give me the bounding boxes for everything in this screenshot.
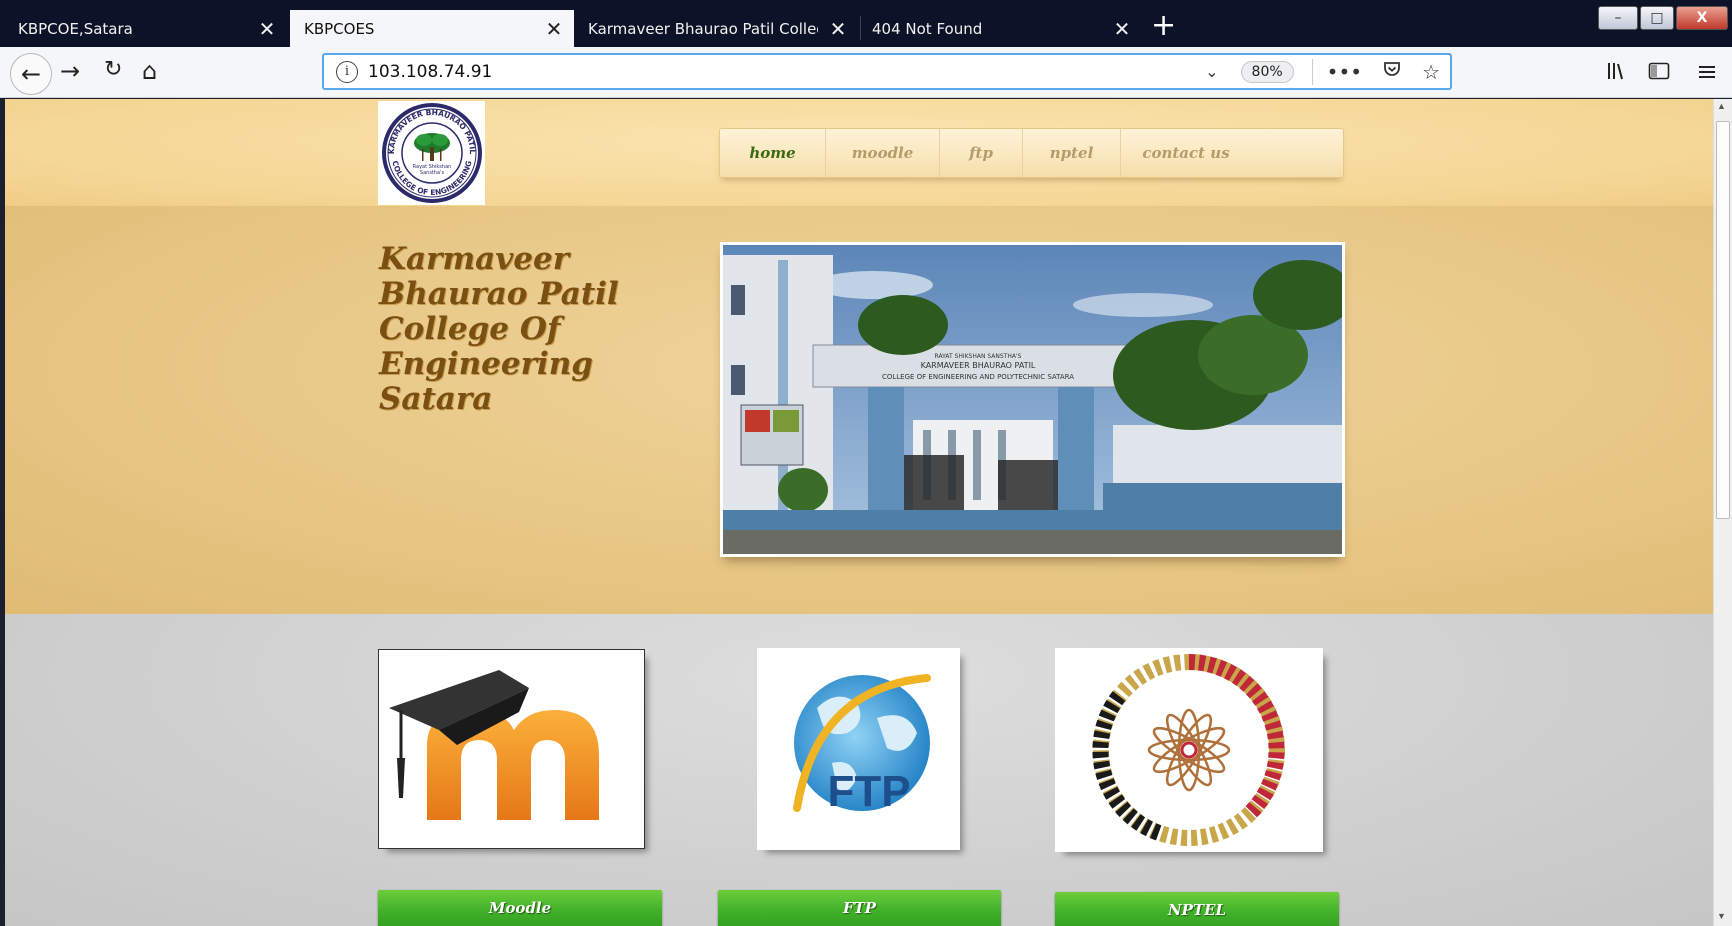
title-line: Engineering: [379, 346, 593, 382]
maximize-button[interactable]: □: [1640, 6, 1674, 30]
college-title: Karmaveer Bhaurao Patil College Of Engin…: [379, 242, 659, 417]
nav-contact-us[interactable]: contact us: [1121, 129, 1251, 177]
tab-label: Karmaveer Bhaurao Patil College of: [588, 19, 818, 38]
title-line: College Of: [379, 311, 561, 347]
zoom-level-button[interactable]: 80%: [1240, 60, 1294, 83]
nav-toolbar: ← → ↻ ⌂ i 103.108.74.91 ⌄ 80% ••• ☆: [0, 47, 1732, 98]
pocket-icon[interactable]: [1382, 59, 1402, 84]
back-button[interactable]: ←: [10, 53, 52, 95]
ftp-globe-icon: FTP: [793, 674, 931, 816]
url-text[interactable]: 103.108.74.91: [368, 62, 492, 82]
nptel-button[interactable]: NPTEL: [1055, 892, 1339, 926]
main-nav: home moodle ftp nptel contact us: [719, 128, 1344, 178]
title-line: Satara: [379, 381, 493, 417]
svg-text:COLLEGE OF ENGINEERING AND POL: COLLEGE OF ENGINEERING AND POLYTECHNIC S…: [882, 373, 1074, 381]
reload-button[interactable]: ↻: [104, 59, 122, 81]
library-icon[interactable]: [1606, 61, 1628, 84]
title-line: Bhaurao Patil: [379, 276, 619, 312]
tab-bar: KBPCOE,Satara ✕ KBPCOES ✕ Karmaveer Bhau…: [0, 0, 1732, 54]
campus-photo: RAYAT SHIKSHAN SANSTHA'S KARMAVEER BHAUR…: [720, 242, 1345, 557]
close-window-button[interactable]: X: [1676, 6, 1728, 30]
nav-home[interactable]: home: [720, 129, 826, 177]
nptel-logo-card[interactable]: [1055, 648, 1323, 852]
college-logo[interactable]: KARMAVEER BHAURAO PATIL COLLEGE OF ENGIN…: [378, 101, 485, 205]
url-bar[interactable]: i 103.108.74.91 ⌄ 80% ••• ☆: [322, 53, 1452, 90]
new-tab-button[interactable]: +: [1151, 8, 1176, 43]
tab-kbpcoes[interactable]: KBPCOES ✕: [290, 10, 574, 47]
page-actions-icon[interactable]: •••: [1327, 60, 1362, 84]
tab-karmaveer[interactable]: Karmaveer Bhaurao Patil College of ✕: [574, 10, 858, 47]
nptel-emblem-icon: [1092, 654, 1285, 846]
back-arrow-icon: ←: [20, 60, 42, 88]
nav-moodle[interactable]: moodle: [826, 129, 940, 177]
nav-nptel[interactable]: nptel: [1023, 129, 1121, 177]
minimize-button[interactable]: –: [1598, 6, 1638, 30]
tab-label: KBPCOES: [304, 19, 375, 38]
close-icon[interactable]: ✕: [818, 17, 858, 41]
forward-button[interactable]: →: [60, 59, 80, 83]
bookmark-star-icon[interactable]: ☆: [1422, 60, 1440, 84]
ftp-button[interactable]: FTP: [718, 890, 1001, 926]
svg-text:RAYAT SHIKSHAN SANSTHA'S: RAYAT SHIKSHAN SANSTHA'S: [935, 353, 1022, 360]
tab-kbpcoe-satara[interactable]: KBPCOE,Satara ✕: [4, 10, 287, 47]
scroll-up-arrow-icon[interactable]: ▲: [1717, 101, 1726, 111]
chevron-down-icon[interactable]: ⌄: [1205, 62, 1218, 81]
svg-text:KARMAVEER BHAURAO PATIL: KARMAVEER BHAURAO PATIL: [921, 361, 1036, 370]
svg-text:Sanstha's: Sanstha's: [419, 170, 444, 176]
scrollbar-thumb[interactable]: [1716, 121, 1730, 519]
tab-label: 404 Not Found: [872, 19, 983, 38]
moodle-button[interactable]: Moodle: [378, 890, 662, 926]
title-line: Karmaveer: [379, 241, 570, 277]
home-button[interactable]: ⌂: [142, 59, 157, 83]
hamburger-menu-icon[interactable]: [1698, 61, 1716, 85]
info-icon[interactable]: i: [336, 60, 358, 83]
url-divider: [1311, 58, 1313, 85]
svg-text:FTP: FTP: [827, 767, 910, 816]
page-viewport: KARMAVEER BHAURAO PATIL COLLEGE OF ENGIN…: [5, 99, 1713, 926]
college-emblem-icon: KARMAVEER BHAURAO PATIL COLLEGE OF ENGIN…: [381, 103, 482, 203]
tab-label: KBPCOE,Satara: [18, 19, 133, 38]
vertical-scrollbar[interactable]: ▲ ▼: [1713, 99, 1732, 926]
moodle-logo-card[interactable]: [378, 649, 645, 849]
sidebar-icon[interactable]: [1648, 61, 1670, 85]
nav-ftp[interactable]: ftp: [940, 129, 1023, 177]
close-icon[interactable]: ✕: [534, 17, 574, 41]
tab-404-not-found[interactable]: 404 Not Found ✕: [858, 10, 1142, 47]
close-icon[interactable]: ✕: [247, 17, 287, 41]
scroll-down-arrow-icon[interactable]: ▼: [1717, 911, 1726, 921]
ftp-logo-card[interactable]: FTP: [757, 648, 960, 850]
moodle-icon: [389, 670, 599, 820]
close-icon[interactable]: ✕: [1102, 17, 1142, 41]
